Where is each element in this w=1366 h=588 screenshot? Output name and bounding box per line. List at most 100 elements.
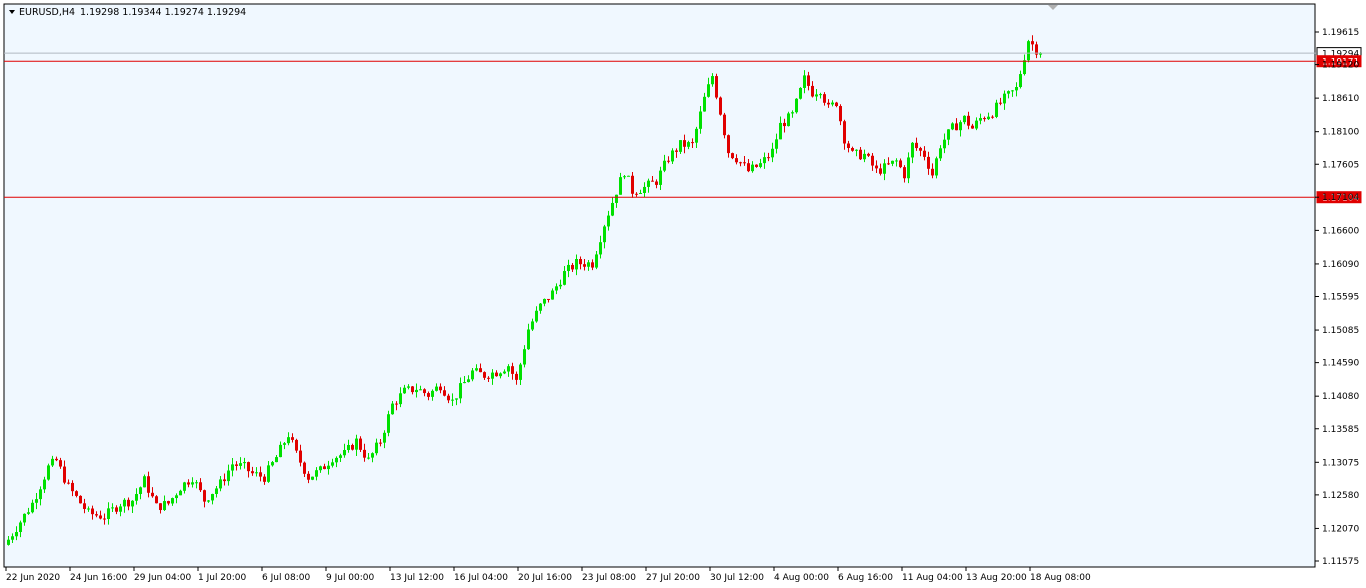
candle [47, 463, 50, 481]
candle-body [363, 449, 366, 458]
candle-body [135, 494, 138, 501]
candle-body [79, 495, 82, 504]
candle-body [239, 463, 242, 466]
candle-body [435, 386, 438, 391]
candle-body [31, 502, 34, 513]
candle-body [1031, 41, 1034, 45]
candle-body [519, 364, 522, 380]
candle-body [803, 75, 806, 88]
candle-body [987, 116, 990, 120]
y-tick-label: 1.16600 [1322, 226, 1359, 236]
candle-body [199, 482, 202, 491]
candle-body [919, 148, 922, 151]
candle-body [555, 286, 558, 291]
candle-body [99, 515, 102, 519]
candle-body [939, 148, 942, 159]
y-tick-label: 1.19615 [1322, 28, 1359, 38]
candle-body [75, 491, 78, 496]
x-tick-label: 9 Jul 00:00 [326, 573, 375, 583]
candle-body [655, 181, 658, 185]
candle-body [175, 495, 178, 499]
x-tick-label: 16 Jul 04:00 [454, 573, 508, 583]
candle-body [971, 125, 974, 129]
candle-body [899, 160, 902, 168]
candle-body [323, 466, 326, 470]
candle-body [87, 508, 90, 510]
candle-body [927, 156, 930, 169]
candle-body [1015, 87, 1018, 91]
candle-body [763, 157, 766, 164]
candle-body [491, 372, 494, 379]
y-tick-label: 1.14080 [1322, 392, 1359, 402]
candle-body [787, 113, 790, 127]
candle-body [395, 403, 398, 405]
candle-body [1019, 74, 1022, 88]
candle-body [527, 329, 530, 350]
candle-body [447, 395, 450, 401]
x-tick-label: 23 Jul 08:00 [582, 573, 636, 583]
candle-body [55, 458, 58, 461]
candle-body [183, 482, 186, 491]
candle-body [163, 501, 166, 511]
price-chart[interactable]: 1.192941.191711.17104 1.196151.191201.18… [0, 0, 1366, 588]
candle-body [731, 153, 734, 159]
candle-body [283, 443, 286, 445]
candle-body [111, 507, 114, 509]
candle-body [879, 168, 882, 174]
symbol-label: EURUSD,H4 [19, 7, 75, 18]
candle-body [299, 450, 302, 463]
candle-body [863, 153, 866, 160]
candle-body [599, 242, 602, 255]
candle-body [607, 215, 610, 227]
candle-body [375, 442, 378, 454]
candle-body [687, 142, 690, 147]
candle-body [995, 102, 998, 117]
candle-body [207, 500, 210, 502]
candle-body [935, 158, 938, 176]
candle-body [307, 473, 310, 480]
candle-body [419, 389, 422, 391]
candle-body [7, 539, 10, 545]
x-tick-label: 13 Aug 20:00 [966, 573, 1027, 583]
candle-body [303, 462, 306, 474]
x-tick-label: 6 Aug 16:00 [838, 573, 893, 583]
candle-body [179, 490, 182, 496]
y-tick-label: 1.15085 [1322, 326, 1359, 336]
candle-body [203, 490, 206, 502]
candle-body [703, 96, 706, 112]
candle-body [39, 489, 42, 500]
candle-body [887, 163, 890, 165]
candle-body [271, 462, 274, 466]
candle [715, 73, 718, 100]
candle-body [503, 371, 506, 374]
candle-body [499, 373, 502, 377]
candle-body [635, 193, 638, 195]
candle-body [379, 442, 382, 444]
candle [1027, 39, 1030, 63]
candle-body [523, 349, 526, 365]
candle-body [983, 118, 986, 120]
candle-body [279, 444, 282, 458]
candle-body [383, 432, 386, 443]
x-tick-label: 30 Jul 12:00 [710, 573, 764, 583]
candle-body [799, 87, 802, 99]
candle-body [651, 180, 654, 182]
candle-body [631, 175, 634, 194]
candle-body [495, 372, 498, 377]
candle [935, 156, 938, 179]
candle-body [855, 149, 858, 151]
candle-body [483, 372, 486, 378]
candle-body [847, 143, 850, 148]
candle-body [675, 150, 678, 152]
candle-body [783, 122, 786, 127]
candle-body [751, 164, 754, 172]
x-tick-label: 13 Jul 12:00 [390, 573, 444, 583]
candle-body [775, 139, 778, 149]
candle-body [51, 458, 54, 466]
candle-body [967, 115, 970, 126]
candle-body [399, 393, 402, 405]
candle-body [67, 482, 70, 484]
y-tick-label: 1.17605 [1322, 160, 1359, 170]
candle-body [327, 465, 330, 470]
candle-body [755, 164, 758, 167]
